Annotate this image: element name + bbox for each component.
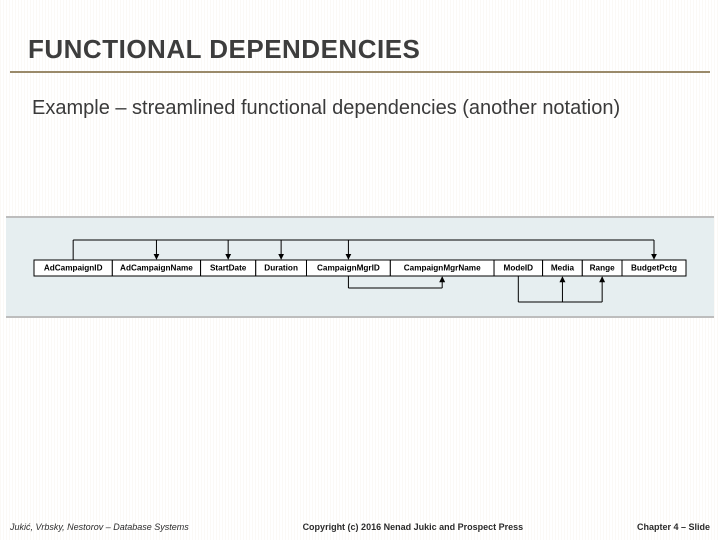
attr-label: Media bbox=[551, 264, 575, 273]
footer-authors: Jukić, Vrbsky, Nestorov – Database Syste… bbox=[10, 522, 189, 532]
attr-label: CampaignMgrID bbox=[317, 264, 380, 273]
footer-copyright: Copyright (c) 2016 Nenad Jukic and Prosp… bbox=[303, 522, 524, 532]
attr-label: AdCampaignID bbox=[44, 264, 103, 273]
attr-label: AdCampaignName bbox=[120, 264, 193, 273]
slide-subtitle: Example – streamlined functional depende… bbox=[0, 73, 720, 122]
slide-title: FUNCTIONAL DEPENDENCIES bbox=[0, 0, 720, 71]
slide-footer: Jukić, Vrbsky, Nestorov – Database Syste… bbox=[0, 522, 720, 532]
attr-label: BudgetPctg bbox=[631, 264, 677, 273]
fd-diagram: AdCampaignID AdCampaignName StartDate Durat… bbox=[6, 216, 714, 318]
attr-label: StartDate bbox=[210, 264, 247, 273]
attr-label: ModeID bbox=[504, 264, 534, 273]
attr-label: Range bbox=[590, 264, 615, 273]
attr-label: Duration bbox=[264, 264, 298, 273]
footer-chapter: Chapter 4 – Slide bbox=[637, 522, 710, 532]
attr-label: CampaignMgrName bbox=[404, 264, 481, 273]
